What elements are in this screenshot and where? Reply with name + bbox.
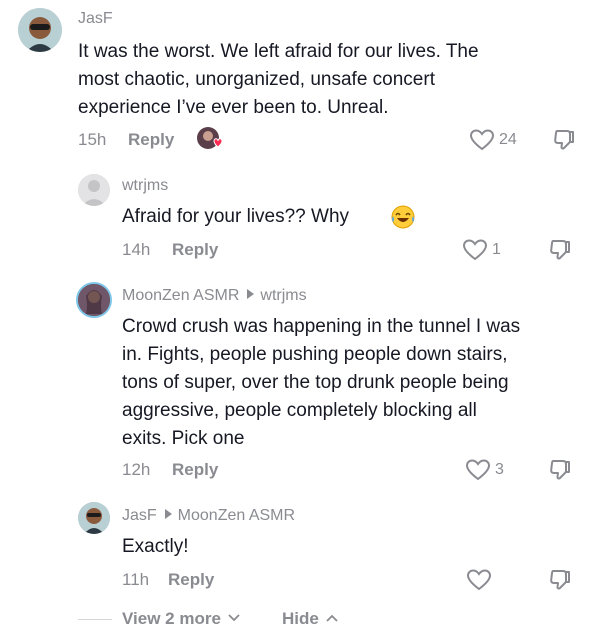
comment-text-line: most chaotic, unorganized, unsafe concer… (78, 69, 435, 90)
chevron-down-icon (228, 614, 240, 622)
dislike-icon[interactable] (551, 127, 577, 153)
comment-time: 15h (78, 130, 107, 149)
heart-icon[interactable] (465, 458, 491, 482)
comment-header: MoonZen ASMR wtrjms (122, 287, 307, 305)
avatar-jasf[interactable] (18, 8, 62, 52)
reply-to-username[interactable]: MoonZen ASMR (178, 507, 295, 524)
comment-username[interactable]: JasF (78, 10, 113, 28)
reply-to-username[interactable]: wtrjms (260, 287, 306, 304)
comment-time: 12h (122, 460, 151, 479)
dislike-icon[interactable] (547, 567, 573, 593)
reply-arrow-icon (164, 509, 172, 519)
comment-username[interactable]: wtrjms (122, 177, 168, 195)
comment-text-line: tons of super, over the top drunk people… (122, 372, 509, 393)
like-count: 3 (495, 461, 504, 478)
comment-text: Crowd crush was happening in the tunnel … (122, 313, 592, 453)
comment-time: 14h (122, 240, 151, 259)
reply-arrow-icon (247, 289, 255, 299)
creator-liked-badge (196, 126, 226, 152)
dislike-icon[interactable] (547, 237, 573, 263)
like-count: 1 (492, 241, 501, 258)
view-more-button[interactable]: View 2 more (122, 609, 240, 629)
comment-header: JasF MoonZen ASMR (122, 507, 295, 525)
view-more-label: View 2 more (122, 609, 221, 628)
hide-label: Hide (282, 609, 319, 628)
reply-button[interactable]: Reply (172, 240, 218, 260)
comment-text-line: in. Fights, people pushing people down s… (122, 344, 508, 365)
comment-time: 11h (122, 570, 150, 589)
dislike-icon[interactable] (547, 457, 573, 483)
comment-text-line: Crowd crush was happening in the tunnel … (122, 316, 521, 337)
avatar-jasf[interactable] (78, 502, 110, 534)
reply-button[interactable]: Reply (128, 130, 174, 150)
comment-text-line: exits. Pick one (122, 428, 245, 449)
comment-text: It was the worst. We left afraid for our… (78, 38, 588, 122)
avatar-moonzen-asmr[interactable] (76, 282, 112, 318)
hide-button[interactable]: Hide (282, 609, 338, 629)
reply-button[interactable]: Reply (168, 570, 214, 590)
comment-text-line: experience I’ve ever been to. Unreal. (78, 97, 389, 118)
comment-username[interactable]: JasF (122, 507, 157, 524)
heart-icon[interactable] (466, 568, 492, 592)
reply-button[interactable]: Reply (172, 460, 218, 480)
comment-text: Afraid for your lives?? Why (122, 206, 350, 227)
heart-icon[interactable] (462, 238, 488, 262)
like-count: 24 (499, 131, 517, 148)
comment-text-line: It was the worst. We left afraid for our… (78, 41, 479, 62)
comment-username[interactable]: MoonZen ASMR (122, 287, 239, 304)
chevron-up-icon (325, 614, 338, 622)
comment-text: Exactly! (122, 536, 189, 557)
thread-divider (78, 619, 112, 620)
laughing-tears-emoji (390, 204, 416, 230)
heart-icon[interactable] (469, 128, 495, 152)
avatar-wtrjms[interactable] (78, 174, 110, 206)
comment-text-line: aggressive, people completely blocking a… (122, 400, 477, 421)
